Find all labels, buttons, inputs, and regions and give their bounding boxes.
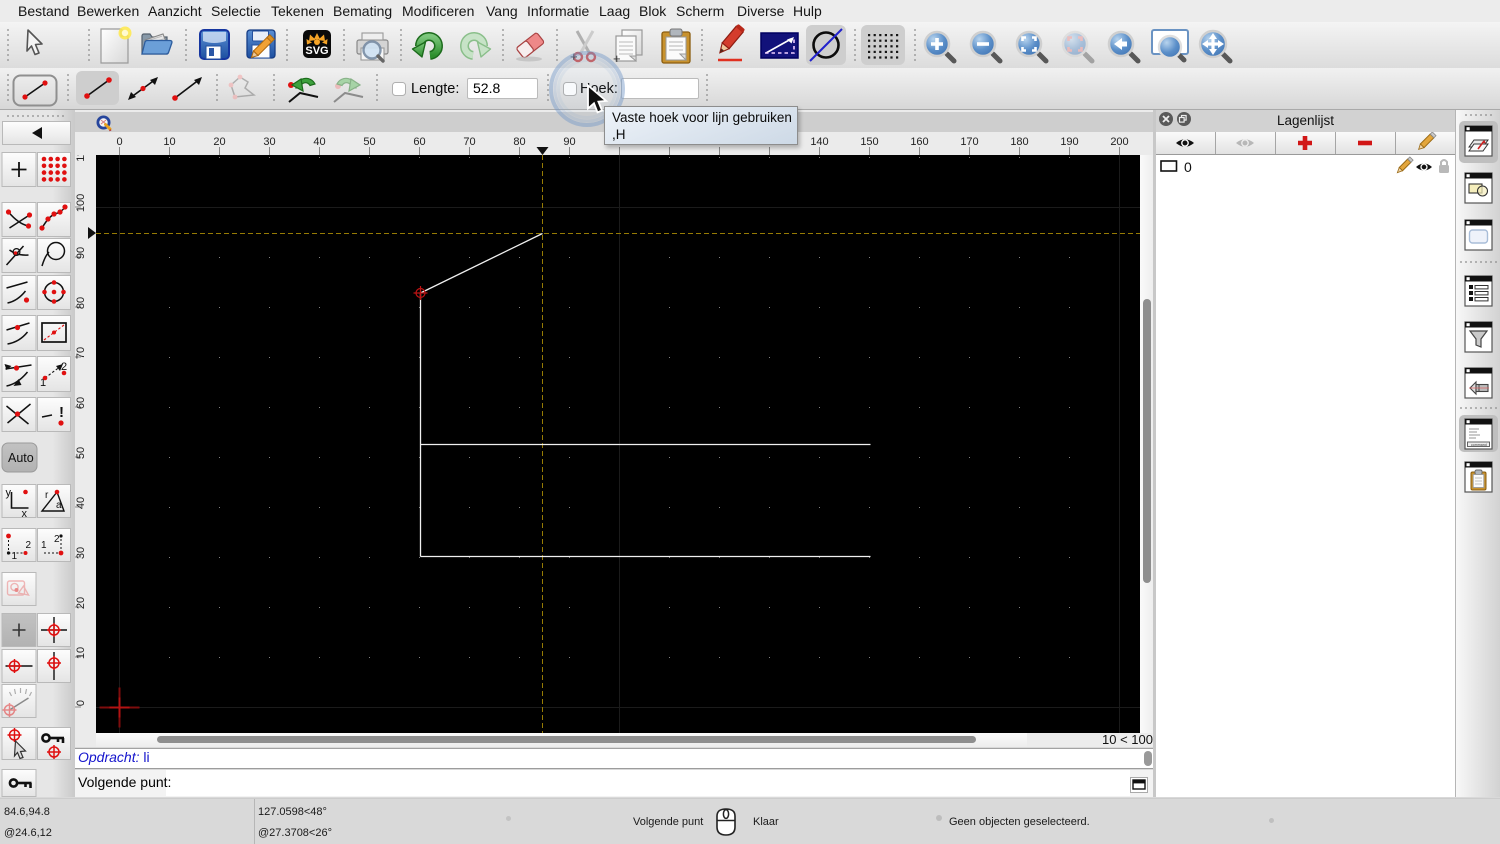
svg-text:140: 140	[810, 136, 828, 148]
svg-text:2: 2	[54, 534, 60, 545]
svg-text:30: 30	[263, 136, 275, 148]
svg-text:50: 50	[75, 447, 87, 459]
svg-text:10: 10	[75, 647, 87, 659]
svg-text:60: 60	[413, 136, 425, 148]
svg-text:1: 1	[41, 540, 47, 551]
svg-text:90: 90	[563, 136, 575, 148]
svg-text:40: 40	[75, 497, 87, 509]
svg-text:90: 90	[75, 247, 87, 259]
svg-text:command: command	[1471, 443, 1487, 447]
svg-text:a: a	[56, 500, 62, 511]
svg-text:40: 40	[313, 136, 325, 148]
svg-text:190: 190	[1060, 136, 1078, 148]
svg-text:80: 80	[75, 297, 87, 309]
svg-text:0: 0	[1184, 159, 1192, 175]
svg-text:x: x	[22, 508, 28, 520]
svg-text:0: 0	[75, 700, 87, 706]
svg-text:60: 60	[75, 397, 87, 409]
svg-text:170: 170	[960, 136, 978, 148]
svg-text:30: 30	[75, 547, 87, 559]
svg-text:y: y	[6, 487, 12, 499]
svg-text:180: 180	[1010, 136, 1028, 148]
svg-text:!: !	[59, 404, 64, 421]
svg-text:160: 160	[910, 136, 928, 148]
svg-text:80: 80	[513, 136, 525, 148]
svg-text:100: 100	[75, 194, 87, 212]
svg-text:70: 70	[463, 136, 475, 148]
svg-text:20: 20	[213, 136, 225, 148]
svg-text:Auto: Auto	[8, 451, 34, 465]
svg-text:150: 150	[860, 136, 878, 148]
svg-text:110: 110	[75, 155, 87, 162]
svg-text:10: 10	[163, 136, 175, 148]
svg-text:20: 20	[75, 597, 87, 609]
svg-text:2: 2	[26, 540, 32, 551]
svg-text:1: 1	[12, 551, 18, 562]
svg-text:200: 200	[1110, 136, 1128, 148]
svg-text:70: 70	[75, 347, 87, 359]
svg-text:0: 0	[116, 136, 122, 148]
svg-text:50: 50	[363, 136, 375, 148]
svg-text:SVG: SVG	[305, 45, 328, 57]
